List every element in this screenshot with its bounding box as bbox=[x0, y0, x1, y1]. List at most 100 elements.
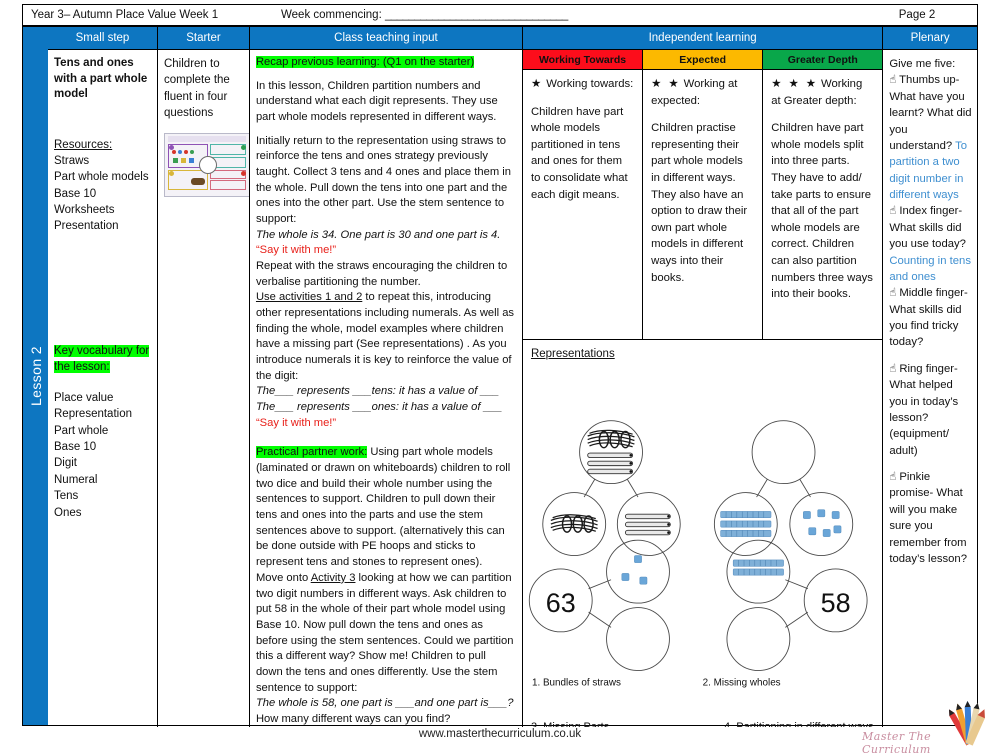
resources-block: Resources: Straws Part whole models Base… bbox=[54, 137, 152, 235]
footer-url: www.masterthecurriculum.co.uk bbox=[418, 728, 582, 740]
band-header-expected: Expected bbox=[643, 50, 764, 70]
vocabulary-item: Digit bbox=[54, 457, 78, 470]
diagram-caption-4: 4. Partitioning in different ways bbox=[724, 721, 874, 727]
plenary-heading: Give me five: bbox=[889, 58, 956, 70]
diagram-caption-row-2: 3. Missing Parts 4. Partitioning in diff… bbox=[530, 721, 882, 727]
plenary-item-answer: Counting in tens and ones bbox=[889, 254, 971, 283]
cell-independent-learning: Working Towards Expected Greater Depth ★… bbox=[522, 50, 884, 727]
star-rating-2: ★ ★ bbox=[651, 78, 681, 90]
plenary-item-question: Ring finger- What helped you in today’s … bbox=[889, 362, 959, 457]
band-description: Children practise representing their par… bbox=[651, 122, 748, 284]
diagram-caption-2: 2. Missing wholes bbox=[703, 678, 781, 689]
diagram-3-missing-parts: 63 bbox=[546, 555, 648, 618]
vocabulary-item: Part whole bbox=[54, 424, 109, 437]
band-body-greater-depth: ★ ★ ★ Working at Greater depth: Children… bbox=[763, 70, 883, 340]
move-onto-text: looking at how we can partition two digi… bbox=[255, 571, 514, 694]
week-commencing-label: Week commencing: bbox=[281, 9, 385, 21]
plenary-item-question: Middle finger- What skills did you find … bbox=[889, 287, 968, 349]
fluent-in-four-worksheet-thumbnail bbox=[163, 133, 249, 198]
diagram-1-straws bbox=[550, 429, 671, 536]
cell-small-step: Tens and ones with a part whole model Re… bbox=[48, 50, 158, 727]
year-term-title: Year 3– Autumn Place Value Week 1 bbox=[31, 9, 219, 21]
plenary-item-4: ☝ Ring finger- What helped you in today’… bbox=[889, 361, 972, 459]
practical-partner-work-text: Using part whole models (laminated or dr… bbox=[255, 446, 511, 569]
star-rating-3: ★ ★ ★ bbox=[771, 78, 818, 90]
week-commencing-field: Week commencing: _______________________… bbox=[281, 9, 857, 21]
pencil-fan-logo bbox=[949, 701, 985, 746]
plenary-item-question: Pinkie promise- What will you make sure … bbox=[889, 471, 967, 565]
lesson-spine-label: Lesson 2 bbox=[27, 345, 44, 407]
lesson-plan-page: Year 3– Autumn Place Value Week 1 Week c… bbox=[0, 0, 1000, 756]
star-rating-1: ★ bbox=[530, 78, 544, 90]
plenary-item-question: Index finger- What skills did you use to… bbox=[889, 205, 966, 251]
week-commencing-rule: _______________________________ bbox=[384, 9, 568, 21]
diagram-caption-3: 3. Missing Parts bbox=[530, 721, 610, 727]
key-vocabulary-block: Key vocabulary for the lesson: Place val… bbox=[54, 343, 157, 522]
vocabulary-item: Numeral bbox=[54, 473, 98, 486]
resource-item: Straws bbox=[54, 154, 90, 167]
cell-plenary: Give me five: ☝ Thumbs up- What have you… bbox=[883, 50, 977, 727]
column-header-class-teaching-input: Class teaching input bbox=[249, 27, 523, 50]
resources-heading: Resources: bbox=[54, 138, 113, 151]
representations-heading: Representations bbox=[530, 348, 615, 360]
resource-item: Base 10 bbox=[54, 187, 97, 200]
plenary-item-3: ☝ Middle finger- What skills did you fin… bbox=[889, 285, 972, 351]
vocabulary-item: Place value bbox=[54, 391, 114, 404]
band-subtitle: Working towards: bbox=[546, 78, 634, 90]
stem-sentence-4-rest: How many different ways can you find? bbox=[255, 712, 451, 725]
vocabulary-list: Place value Representation Part whole Ba… bbox=[54, 390, 157, 522]
part-whole-diagrams: 63 58 1. Bundles of straws 2. Missing wh… bbox=[528, 420, 868, 689]
activities-1-2-link[interactable]: Use activities 1 and 2 bbox=[256, 291, 362, 303]
band-header-greater-depth: Greater Depth bbox=[763, 50, 883, 70]
plenary-item-1: ☝ Thumbs up- What have you learnt? What … bbox=[889, 72, 972, 203]
stem-sentence-1: The whole is 34. One part is 30 and one … bbox=[255, 228, 501, 241]
teaching-paragraph-2: Initially return to the representation u… bbox=[255, 134, 511, 226]
column-header-plenary: Plenary bbox=[883, 27, 977, 50]
vocabulary-item: Representation bbox=[54, 408, 132, 421]
starter-text: Children to complete the fluent in four … bbox=[163, 58, 230, 119]
say-it-with-me-1: “Say it with me!” bbox=[255, 244, 337, 257]
cell-class-teaching-input: Recap previous learning: (Q1 on the star… bbox=[250, 50, 523, 727]
plenary-item-5: ☝ Pinkie promise- What will you make sur… bbox=[889, 469, 972, 567]
band-header-working-towards: Working Towards bbox=[522, 50, 644, 70]
stem-sentence-2: The___ represents ___tens: it has a valu… bbox=[255, 385, 500, 398]
practical-partner-work-label: Practical partner work: bbox=[255, 446, 368, 459]
vocabulary-item: Ones bbox=[54, 506, 82, 519]
whole-value-58: 58 bbox=[821, 588, 851, 618]
resource-item: Presentation bbox=[54, 220, 119, 233]
say-it-with-me-2: “Say it with me!” bbox=[255, 416, 337, 429]
document-header-bar: Year 3– Autumn Place Value Week 1 Week c… bbox=[22, 4, 978, 26]
band-description: Children have part whole models split in… bbox=[771, 122, 873, 301]
resource-item: Part whole models bbox=[54, 171, 149, 184]
lesson-table: Lesson 2 Small step Starter Class teachi… bbox=[22, 26, 978, 727]
teaching-paragraph-4: to repeat this, introducing other repres… bbox=[255, 291, 515, 382]
cell-starter: Children to complete the fluent in four … bbox=[158, 50, 250, 727]
column-header-independent-learning: Independent learning bbox=[522, 27, 884, 50]
diagram-2-missing-wholes bbox=[720, 509, 842, 537]
column-header-small-step: Small step bbox=[48, 27, 158, 50]
representations-section: Representations 63 58 1. Bundles of stra… bbox=[523, 340, 882, 727]
table-header-row: Small step Starter Class teaching input … bbox=[48, 27, 977, 50]
vocabulary-item: Base 10 bbox=[54, 440, 97, 453]
key-vocabulary-heading: Key vocabulary for the lesson: bbox=[54, 345, 150, 374]
diagram-caption-1: 1. Bundles of straws bbox=[532, 678, 621, 689]
whole-value-63: 63 bbox=[546, 588, 576, 618]
stem-sentence-3: The___ represents ___ones: it has a valu… bbox=[255, 401, 503, 414]
attainment-band-headers: Working Towards Expected Greater Depth bbox=[522, 50, 883, 70]
recap-label: Recap previous learning: (Q1 on the star… bbox=[255, 56, 475, 68]
band-body-working-towards: ★ Working towards: Children have part wh… bbox=[522, 70, 644, 340]
lesson-spine: Lesson 2 bbox=[23, 27, 48, 725]
column-header-starter: Starter bbox=[157, 27, 250, 50]
plenary-item-2: ☝ Index finger- What skills did you use … bbox=[889, 203, 972, 285]
band-description: Children have part whole models partitio… bbox=[530, 105, 628, 201]
stem-sentence-4: The whole is 58, one part is ___and one … bbox=[255, 697, 514, 710]
activity-3-link[interactable]: Activity 3 bbox=[311, 572, 356, 584]
teaching-paragraph-3: Repeat with the straws encouraging the c… bbox=[255, 260, 508, 288]
teaching-paragraph-1: In this lesson, Children partition numbe… bbox=[255, 79, 498, 124]
vocabulary-item: Tens bbox=[54, 490, 79, 503]
small-step-title: Tens and ones with a part whole model bbox=[54, 57, 148, 101]
page-number: Page 2 bbox=[898, 9, 936, 21]
band-body-expected: ★ ★ Working at expected: Children practi… bbox=[643, 70, 764, 340]
move-onto-prefix: Move onto bbox=[255, 571, 311, 584]
resource-item: Worksheets bbox=[54, 203, 115, 216]
